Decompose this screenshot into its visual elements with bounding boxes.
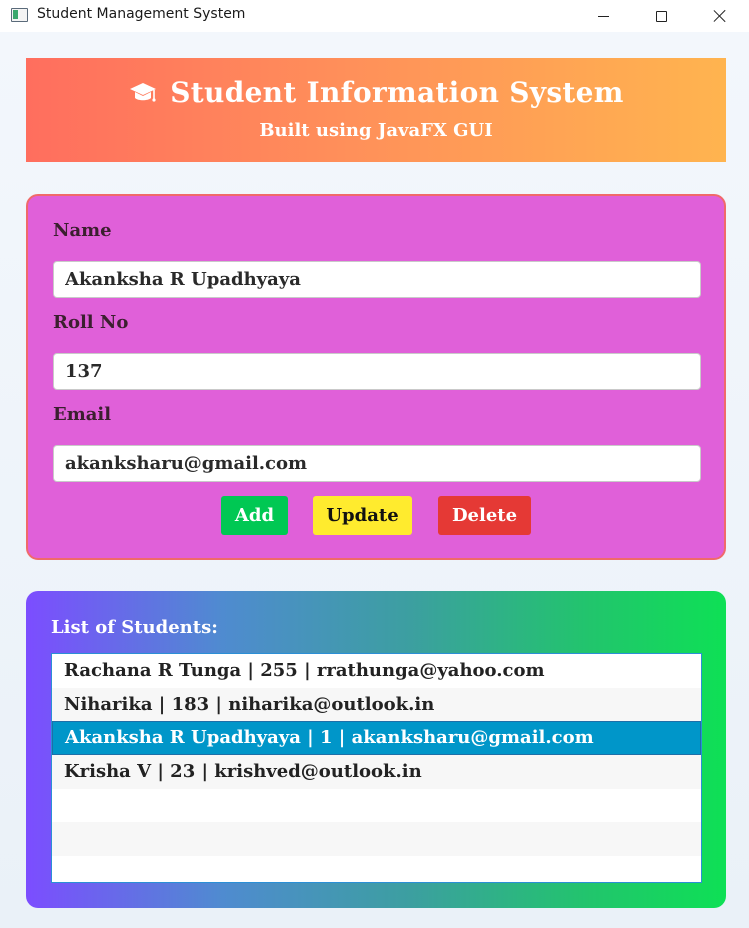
delete-button[interactable]: Delete — [438, 496, 531, 535]
email-field[interactable] — [53, 445, 701, 482]
roll-no-field[interactable] — [53, 353, 701, 390]
close-button[interactable] — [697, 0, 743, 32]
email-label: Email — [53, 404, 112, 425]
add-button[interactable]: Add — [221, 496, 288, 535]
student-form: Name Roll No Email Add Update Delete — [26, 194, 726, 560]
header-banner: Student Information System Built using J… — [26, 58, 726, 162]
close-icon — [713, 9, 727, 23]
student-list[interactable]: Rachana R Tunga | 255 | rrathunga@yahoo.… — [51, 653, 702, 883]
name-field[interactable] — [53, 261, 701, 298]
empty-list-row — [52, 822, 701, 857]
maximize-button[interactable] — [638, 0, 684, 32]
header-title-row: Student Information System — [26, 76, 726, 109]
page-title: Student Information System — [170, 76, 624, 109]
list-item[interactable]: Rachana R Tunga | 255 | rrathunga@yahoo.… — [52, 654, 701, 688]
student-list-panel: List of Students: Rachana R Tunga | 255 … — [26, 591, 726, 908]
window-content: Student Information System Built using J… — [0, 32, 749, 928]
minimize-button[interactable] — [580, 0, 626, 32]
graduation-cap-icon — [130, 82, 157, 102]
window-titlebar: Student Management System — [0, 0, 749, 32]
update-button[interactable]: Update — [313, 496, 412, 535]
list-item[interactable]: Niharika | 183 | niharika@outlook.in — [52, 687, 701, 722]
roll-no-label: Roll No — [53, 312, 129, 333]
maximize-icon — [655, 10, 667, 22]
list-item-selected[interactable]: Akanksha R Upadhyaya | 1 | akanksharu@gm… — [52, 721, 701, 756]
list-item[interactable]: Krisha V | 23 | krishved@outlook.in — [52, 755, 701, 789]
empty-list-row — [52, 856, 701, 882]
list-title: List of Students: — [51, 617, 218, 638]
empty-list-row — [52, 788, 701, 823]
minimize-icon — [597, 15, 609, 17]
window-title: Student Management System — [37, 6, 246, 22]
app-window-icon — [11, 8, 28, 22]
name-label: Name — [53, 220, 112, 241]
page-subtitle: Built using JavaFX GUI — [259, 120, 493, 141]
